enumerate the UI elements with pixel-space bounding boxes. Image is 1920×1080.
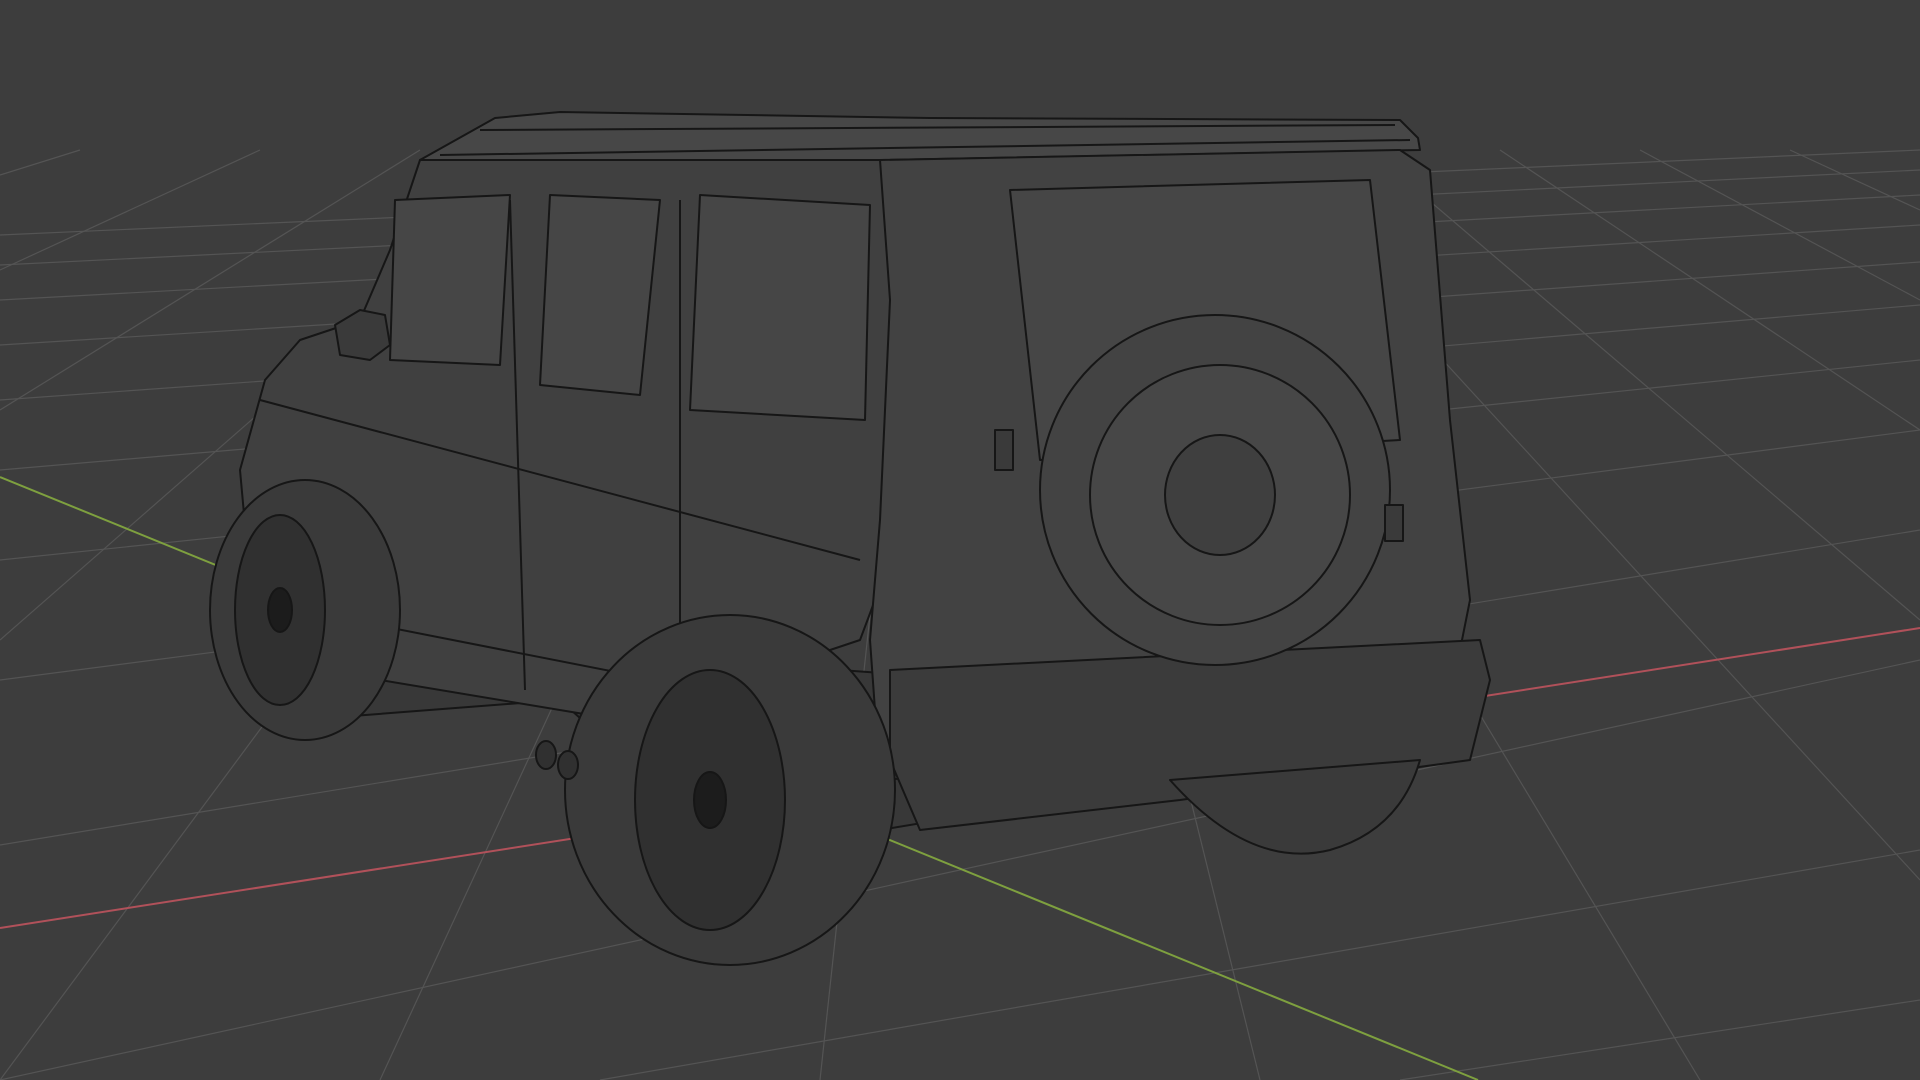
grid-line	[1399, 999, 1920, 1080]
suv-spare-tire-hub	[1164, 434, 1276, 556]
suv-exhaust-pipe	[557, 750, 579, 780]
suv-front-side-window	[389, 194, 511, 366]
3d-viewport[interactable]	[0, 0, 1920, 1080]
suv-rear-side-window	[689, 194, 871, 421]
suv-rear-wheel-hub	[693, 771, 727, 829]
suv-middle-side-window	[539, 194, 661, 396]
viewport-scene[interactable]	[0, 0, 1920, 1080]
grid-line	[1499, 149, 1920, 431]
suv-rear-light-right	[1384, 504, 1404, 542]
suv-wireframe-model[interactable]	[209, 111, 1491, 966]
suv-rear-light-left	[994, 429, 1014, 471]
suv-front-wheel-hub	[267, 587, 293, 633]
suv-exhaust-pipe	[535, 740, 557, 770]
grid-line	[0, 149, 81, 176]
grid-line	[0, 149, 261, 271]
